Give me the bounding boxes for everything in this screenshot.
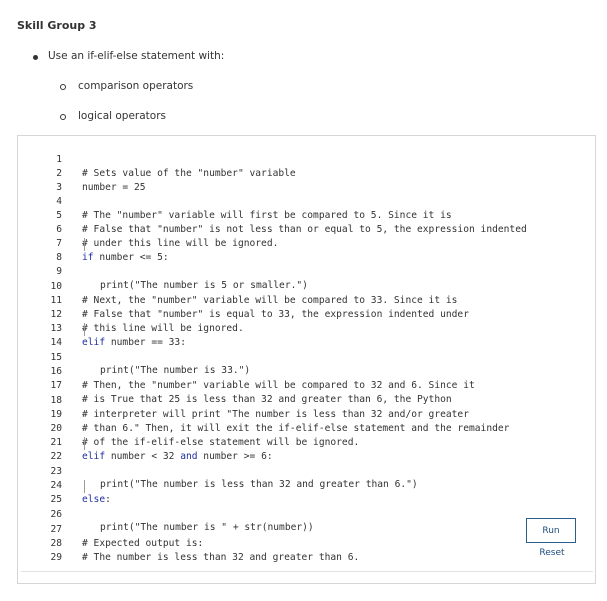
code-line[interactable]: 23 xyxy=(0,451,607,477)
list-item-label: Use an if-elif-else statement with: xyxy=(48,50,225,62)
code-line[interactable]: 15 xyxy=(0,337,607,363)
code-line[interactable]: 14 print("The number is 33.") xyxy=(0,322,607,376)
code-line[interactable]: 20 # of the if-elif-else statement will … xyxy=(0,408,607,448)
code-line[interactable]: 4 # The "number" variable will first be … xyxy=(0,181,607,221)
code-line[interactable]: 29 xyxy=(0,537,607,563)
bullet-dot-icon xyxy=(33,55,38,60)
line-number: 29 xyxy=(50,552,62,563)
code-line[interactable]: 21 elif number < 32 and number >= 6: xyxy=(0,422,607,462)
code-line[interactable]: 25 print("The number is " + str(number)) xyxy=(0,479,607,533)
section-heading: Skill Group 3 xyxy=(17,19,97,32)
list-item: logical operators xyxy=(60,110,167,122)
code-line[interactable]: 27 # Expected output is: xyxy=(0,509,607,549)
indent-guide xyxy=(84,323,85,336)
code-line[interactable]: 8 print("The number is 5 or smaller.") xyxy=(0,237,607,291)
code-line[interactable]: 18 # interpreter will print "The number … xyxy=(0,380,607,420)
bullet-circle-icon xyxy=(60,84,66,90)
code-line[interactable]: 2 number = 25 xyxy=(0,153,607,193)
list-item: comparison operators xyxy=(60,80,194,92)
code-line[interactable]: 28 # The number is less than 32 and grea… xyxy=(0,523,607,563)
code-line[interactable]: 5 # False that "number" is not less than… xyxy=(0,195,607,235)
indent-guide xyxy=(84,480,85,493)
list-item-label: logical operators xyxy=(78,110,167,122)
code-line[interactable]: 12 # this line will be ignored. xyxy=(0,294,607,334)
code-line[interactable]: 17 # is True that 25 is less than 32 and… xyxy=(0,365,607,405)
code-text: # The number is less than 32 and greater… xyxy=(82,552,360,563)
code-line[interactable]: 9 xyxy=(0,251,607,277)
bullet-circle-icon xyxy=(60,114,66,120)
code-line[interactable]: 6 # under this line will be ignored. xyxy=(0,209,607,249)
list-item-label: comparison operators xyxy=(78,80,194,92)
reset-link[interactable]: Reset xyxy=(528,548,576,558)
indent-guide xyxy=(84,238,85,251)
code-line[interactable]: 11 # False that "number" is equal to 33,… xyxy=(0,280,607,320)
code-line[interactable]: 19 # than 6." Then, it will exit the if-… xyxy=(0,394,607,434)
code-line[interactable]: 1 # Sets value of the "number" variable xyxy=(0,139,607,179)
code-line[interactable]: 13 elif number == 33: xyxy=(0,308,607,348)
run-button[interactable]: Run xyxy=(526,518,576,543)
code-line[interactable]: 22 print("The number is less than 32 and… xyxy=(0,436,607,490)
list-item: Use an if-elif-else statement with: xyxy=(33,50,225,62)
code-line[interactable]: 7 if number <= 5: xyxy=(0,223,607,263)
code-line[interactable]: 26 xyxy=(0,494,607,520)
code-line[interactable]: 10 # Next, the "number" variable will be… xyxy=(0,266,607,306)
indent-guide xyxy=(84,437,85,450)
code-line[interactable]: 3 xyxy=(0,167,607,193)
code-line[interactable]: 16 # Then, the "number" variable will be… xyxy=(0,351,607,391)
code-line[interactable]: 24 else: xyxy=(0,465,607,505)
